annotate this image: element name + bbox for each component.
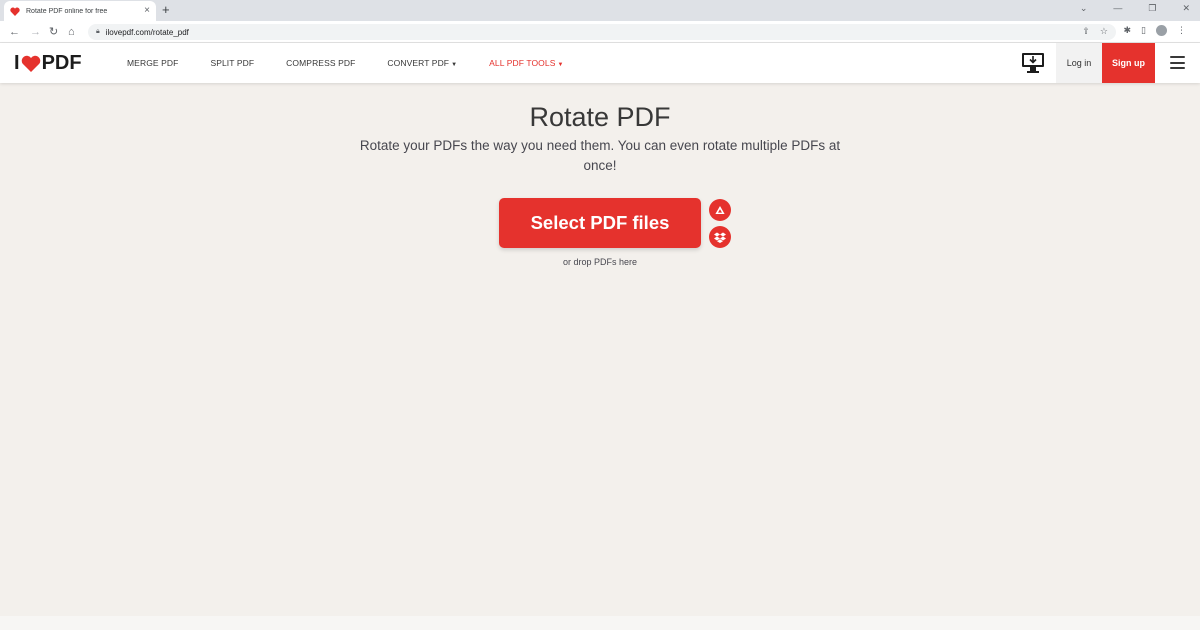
caret-down-icon: ▼ [451, 62, 458, 68]
bookmark-star-icon[interactable]: ☆ [1100, 26, 1108, 37]
nav-compress-pdf[interactable]: COMPRESS PDF [286, 58, 355, 68]
profile-avatar-icon[interactable] [1156, 25, 1167, 36]
drop-hint: or drop PDFs here [562, 257, 638, 267]
browser-tabstrip: Rotate PDF online for free × + ⌄ — ❐ ✕ [0, 0, 1200, 21]
nav-convert-pdf[interactable]: CONVERT PDF ▼ [387, 58, 457, 68]
nav-all-pdf-tools[interactable]: ALL PDF TOOLS ▼ [489, 58, 563, 68]
browser-menu-icon[interactable]: ⋮ [1177, 25, 1186, 36]
tab-close-icon[interactable]: × [144, 6, 150, 16]
nav-split-pdf[interactable]: SPLIT PDF [210, 58, 254, 68]
close-window-icon[interactable]: ✕ [1182, 3, 1190, 14]
google-drive-button[interactable] [709, 199, 731, 221]
side-panel-icon[interactable]: ▯ [1141, 25, 1146, 36]
forward-icon[interactable]: → [30, 25, 41, 39]
page-title: Rotate PDF [529, 102, 671, 132]
main-content: Rotate PDF Rotate your PDFs the way you … [0, 83, 1200, 616]
google-drive-icon [714, 205, 726, 216]
lock-icon[interactable]: 🔒︎ [96, 28, 100, 36]
minimize-icon[interactable]: — [1113, 3, 1122, 14]
restore-icon[interactable]: ❐ [1148, 3, 1156, 14]
caret-down-icon: ▼ [557, 62, 564, 68]
browser-status-bar [0, 616, 1200, 630]
browser-tab[interactable]: Rotate PDF online for free × [4, 1, 156, 21]
heart-icon [10, 6, 20, 16]
login-button[interactable]: Log in [1056, 43, 1102, 83]
browser-toolbar: ← → ↻ ⌂ 🔒︎ ilovepdf.com/rotate_pdf ⇪ ☆ ✱… [0, 21, 1200, 43]
address-bar[interactable]: 🔒︎ ilovepdf.com/rotate_pdf ⇪ ☆ [88, 24, 1116, 40]
reload-icon[interactable]: ↻ [49, 25, 58, 39]
omnibox-actions: ⇪ ☆ [1082, 26, 1108, 37]
tab-title: Rotate PDF online for free [26, 7, 108, 15]
logo-text-i: I [14, 52, 20, 74]
main-nav: MERGE PDF SPLIT PDF COMPRESS PDF CONVERT… [127, 43, 596, 83]
site-header: I PDF MERGE PDF SPLIT PDF COMPRESS PDF C… [0, 43, 1200, 83]
url-text: ilovepdf.com/rotate_pdf [105, 27, 189, 37]
nav-convert-pdf-label: CONVERT PDF [387, 58, 450, 68]
hamburger-menu-icon[interactable] [1170, 56, 1185, 69]
home-icon[interactable]: ⌂ [68, 25, 75, 39]
back-icon[interactable]: ← [9, 25, 20, 39]
dropbox-button[interactable] [709, 226, 731, 248]
desktop-download-icon[interactable] [1021, 52, 1045, 74]
select-pdf-files-button[interactable]: Select PDF files [499, 198, 701, 248]
tab-search-icon[interactable]: ⌄ [1080, 3, 1088, 14]
page-subtitle: Rotate your PDFs the way you need them. … [359, 138, 841, 173]
nav-merge-pdf[interactable]: MERGE PDF [127, 58, 178, 68]
logo-text-pdf: PDF [41, 52, 82, 74]
extension-area: ✱ ▯ ⋮ [1124, 25, 1186, 36]
logo-heart-icon [21, 55, 41, 73]
ilovepdf-logo[interactable]: I PDF [14, 52, 82, 75]
nav-all-pdf-tools-label: ALL PDF TOOLS [489, 58, 556, 68]
share-icon[interactable]: ⇪ [1082, 26, 1090, 37]
extensions-puzzle-icon[interactable]: ✱ [1124, 25, 1132, 36]
window-controls: ⌄ — ❐ ✕ [1080, 3, 1190, 14]
new-tab-button[interactable]: + [162, 3, 170, 17]
dropbox-icon [714, 232, 726, 243]
signup-button[interactable]: Sign up [1102, 43, 1155, 83]
